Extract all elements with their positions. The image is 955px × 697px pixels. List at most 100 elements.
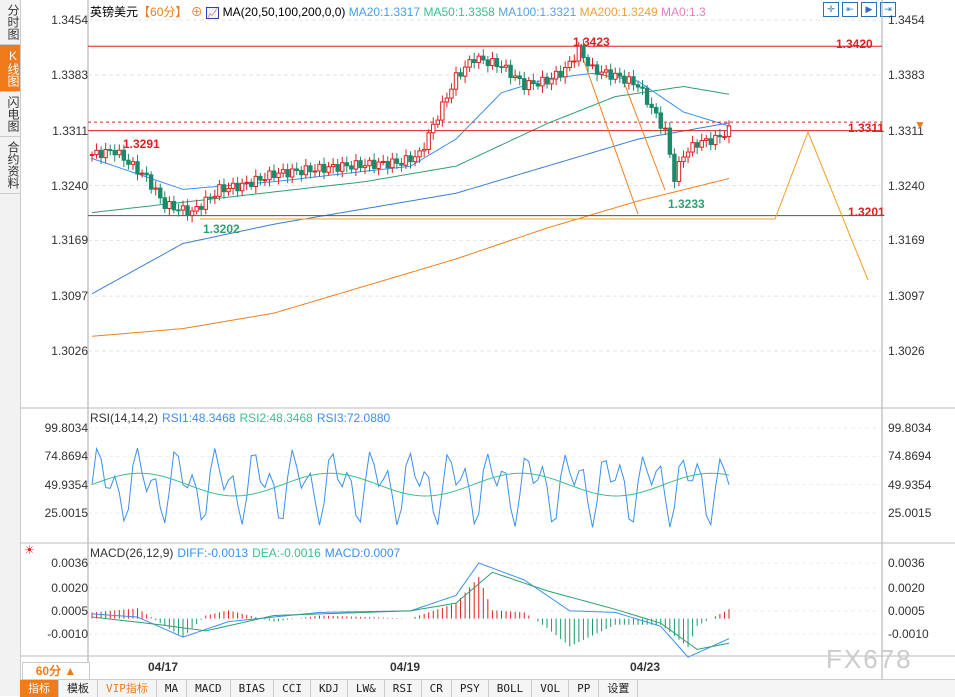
macd-tick-left: 0.0036 bbox=[51, 556, 88, 570]
ma20-line bbox=[91, 72, 730, 190]
candle-body bbox=[130, 161, 136, 165]
candle bbox=[230, 177, 236, 195]
bottom-tab-6[interactable]: CCI bbox=[274, 680, 311, 697]
candle-body bbox=[558, 70, 563, 78]
candle-body bbox=[440, 101, 445, 121]
candle bbox=[485, 55, 491, 73]
chart-canvas[interactable] bbox=[0, 0, 955, 679]
candle-body bbox=[94, 149, 99, 156]
rsi-tick-right: 49.9354 bbox=[888, 477, 932, 492]
candle bbox=[253, 169, 259, 194]
candle-body bbox=[708, 138, 713, 146]
candle bbox=[162, 191, 168, 213]
candle-body bbox=[203, 196, 208, 210]
rsi-tick-right: 25.0015 bbox=[888, 505, 932, 520]
candle bbox=[431, 117, 436, 140]
period-button[interactable]: 60分 ▲ bbox=[22, 662, 90, 680]
candle-body bbox=[362, 165, 368, 169]
candle bbox=[617, 67, 622, 84]
candle bbox=[704, 135, 709, 148]
candle-body bbox=[399, 162, 404, 166]
candle-body bbox=[303, 165, 309, 176]
candle bbox=[672, 148, 677, 189]
bottom-tab-0[interactable]: 指标 bbox=[20, 680, 59, 697]
candle bbox=[280, 163, 286, 178]
candle-body bbox=[544, 76, 550, 85]
candle-body bbox=[494, 58, 500, 68]
candle-body bbox=[258, 175, 263, 181]
bottom-tab-15[interactable]: 设置 bbox=[599, 680, 639, 697]
price-tick-right: 1.3169 bbox=[888, 233, 925, 248]
candle bbox=[239, 178, 245, 196]
price-tick-right: 1.3240 bbox=[888, 178, 925, 193]
date-label: 04/19 bbox=[390, 660, 421, 674]
candle-body bbox=[217, 184, 222, 197]
candle bbox=[613, 67, 618, 84]
candle-body bbox=[371, 159, 377, 169]
candle-body bbox=[726, 125, 732, 138]
candle bbox=[722, 131, 727, 141]
macd-label: DEA:-0.0016 bbox=[252, 546, 321, 560]
candle bbox=[303, 158, 309, 179]
rsi-tick-left: 74.8694 bbox=[44, 449, 88, 464]
rsi-label: RSI(14,14,2) bbox=[90, 411, 159, 425]
macd-tick-right: 0.0020 bbox=[888, 580, 925, 595]
candle-body bbox=[654, 106, 659, 114]
candle bbox=[654, 103, 659, 119]
candle-body bbox=[276, 172, 281, 179]
bottom-tab-7[interactable]: KDJ bbox=[311, 680, 348, 697]
bottom-tab-3[interactable]: MA bbox=[157, 680, 188, 697]
bottom-tab-12[interactable]: BOLL bbox=[489, 680, 533, 697]
candle-body bbox=[667, 127, 673, 155]
candle bbox=[89, 151, 95, 162]
candle bbox=[472, 52, 477, 69]
drawing-line bbox=[200, 130, 869, 281]
candle-body bbox=[381, 160, 386, 163]
candle-body bbox=[171, 201, 177, 211]
candle bbox=[453, 66, 459, 96]
candle bbox=[644, 84, 650, 108]
candle-body bbox=[704, 138, 709, 142]
candle bbox=[208, 193, 213, 204]
price-tick-right: 1.3026 bbox=[888, 344, 925, 358]
candle-body bbox=[640, 86, 645, 89]
candle-body bbox=[271, 170, 277, 179]
candle-body bbox=[308, 165, 313, 173]
candle-body bbox=[676, 161, 682, 182]
candle bbox=[708, 131, 713, 151]
bottom-tab-2[interactable]: VIP指标 bbox=[98, 680, 157, 697]
macd-settings-icon[interactable]: ☀ bbox=[24, 543, 35, 557]
candle bbox=[199, 203, 204, 217]
price-tick-left: 1.3311 bbox=[52, 123, 88, 138]
candle-body bbox=[117, 149, 122, 156]
candle-body bbox=[449, 88, 454, 99]
bottom-tab-10[interactable]: CR bbox=[422, 680, 452, 697]
candle-body bbox=[444, 97, 450, 103]
candle-body bbox=[103, 149, 108, 159]
date-label: 04/23 bbox=[630, 660, 661, 674]
bottom-tab-4[interactable]: MACD bbox=[187, 680, 231, 697]
candle-body bbox=[253, 175, 259, 187]
candle-body bbox=[148, 174, 154, 190]
candle-body bbox=[280, 169, 286, 174]
candle-body bbox=[121, 149, 127, 161]
candle-body bbox=[476, 55, 481, 64]
candle-body bbox=[180, 205, 186, 211]
indicator-tabs: 指标 模板 VIP指标 MA MACD BIAS CCI KDJ LW& RSI CR PSY BOLL… bbox=[20, 679, 955, 697]
bottom-tab-8[interactable]: LW& bbox=[348, 680, 385, 697]
candle-body bbox=[340, 162, 345, 172]
candle-body bbox=[672, 153, 677, 182]
bottom-tab-11[interactable]: PSY bbox=[452, 680, 489, 697]
bottom-tab-9[interactable]: RSI bbox=[385, 680, 422, 697]
candle-body bbox=[485, 59, 491, 67]
bottom-tab-14[interactable]: PP bbox=[569, 680, 600, 697]
candle-body bbox=[330, 163, 336, 168]
candle-body bbox=[285, 169, 290, 178]
bottom-tab-5[interactable]: BIAS bbox=[231, 680, 275, 697]
bottom-tab-1[interactable]: 模板 bbox=[59, 680, 98, 697]
candle-body bbox=[349, 165, 354, 170]
candle bbox=[476, 52, 481, 69]
bottom-tab-13[interactable]: VOL bbox=[532, 680, 570, 697]
candle bbox=[435, 115, 441, 128]
candle-body bbox=[594, 64, 600, 75]
